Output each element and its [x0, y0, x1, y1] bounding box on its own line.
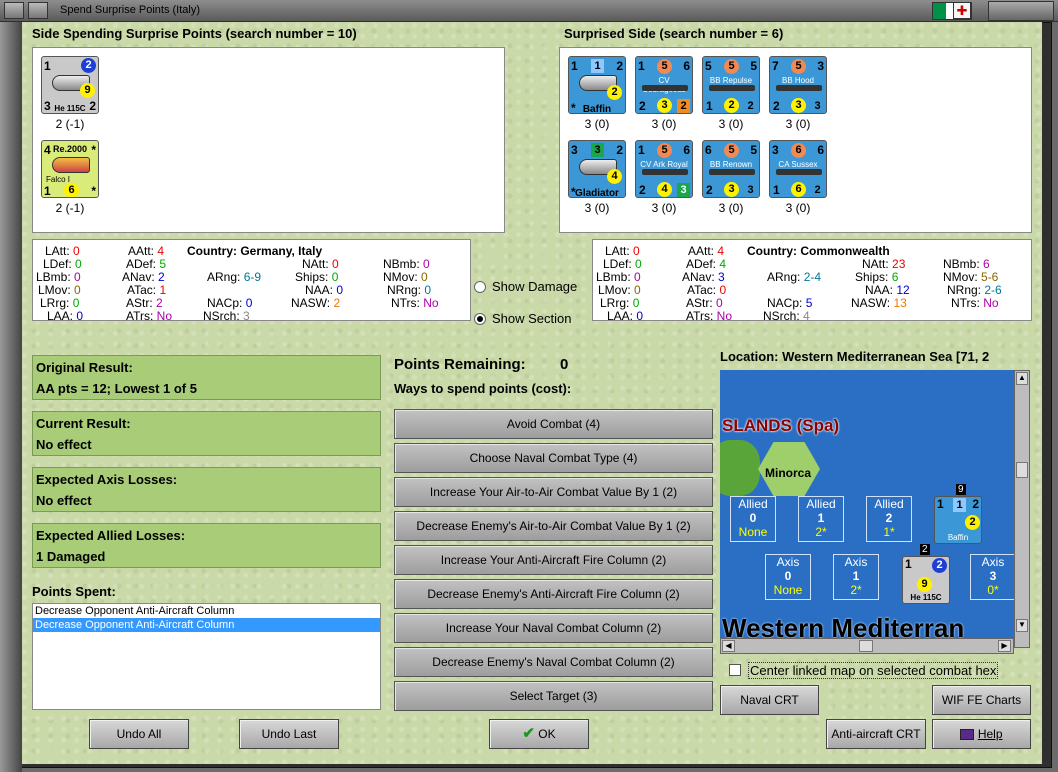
fighter-icon — [52, 157, 90, 173]
allied-stack-count: 9 — [956, 484, 966, 495]
unit-caption: 3 (0) — [785, 201, 811, 215]
unit-caption: 2 (-1) — [55, 117, 85, 131]
dialog-client: Side Spending Surprise Points (search nu… — [22, 22, 1042, 764]
scroll-up-arrow-icon[interactable]: ▲ — [1016, 372, 1028, 385]
undo-last-button[interactable]: Undo Last — [239, 719, 339, 749]
scroll-down-arrow-icon[interactable]: ▼ — [1016, 619, 1028, 632]
center-map-checkbox[interactable] — [729, 664, 741, 676]
axis-stats-panel: LAtt: 0 LDef: 0 LBmb: 0 LMov: 0 LRrg: 0 … — [32, 239, 471, 323]
choose-naval-combat-type-button[interactable]: Choose Naval Combat Type (4) — [394, 443, 713, 473]
unit-counter-bb-repulse[interactable]: 5 5 5 BB Repulse 1 2 2 — [702, 56, 760, 114]
unit-caption: 3 (0) — [651, 201, 677, 215]
allied-box-1[interactable]: Allied 1 2* — [798, 496, 844, 542]
ways-to-spend-label: Ways to spend points (cost): — [394, 381, 572, 396]
surprised-side-header: Surprised Side (search number = 6) — [564, 26, 784, 41]
increase-naval-combat-button[interactable]: Increase Your Naval Combat Column (2) — [394, 613, 713, 643]
expected-allied-losses-box: Expected Allied Losses: 1 Damaged — [32, 523, 381, 568]
unit-caption: 3 (0) — [718, 117, 744, 131]
unit-caption: 3 (0) — [718, 201, 744, 215]
allied-box-0[interactable]: Allied 0 None — [730, 496, 776, 542]
allied-stats-panel: LAtt: 0 LDef: 0 LBmb: 0 LMov: 0 LRrg: 0 … — [592, 239, 1032, 323]
decrease-enemy-anti-aircraft-button[interactable]: Decrease Enemy's Anti-Aircraft Fire Colu… — [394, 579, 713, 609]
points-spent-label: Points Spent: — [32, 584, 116, 599]
unit-caption: 3 (0) — [785, 117, 811, 131]
unit-caption: 2 (-1) — [55, 201, 85, 215]
select-target-button[interactable]: Select Target (3) — [394, 681, 713, 711]
unit-counter-cv-ark-royal[interactable]: 1 5 6 CV Ark Royal 2 4 3 — [635, 140, 693, 198]
title-bar: Spend Surprise Points (Italy) ✚ — [0, 0, 1058, 22]
points-spent-list[interactable]: Decrease Opponent Anti-Aircraft Column D… — [32, 603, 381, 710]
center-map-label[interactable]: Center linked map on selected combat hex — [748, 662, 999, 679]
unit-counter-cv-courageous[interactable]: 156CV Courageous232 — [635, 56, 693, 114]
map-horizontal-scrollbar[interactable]: ◀ ▶ — [720, 638, 1014, 654]
surprised-units-panel: 1122*Baffin 3 (0) 156CV Courageous232 3 (0)… — [559, 47, 1032, 233]
unit-counter-bb-renown[interactable]: 6 5 5 BB Renown 2 3 3 — [702, 140, 760, 198]
unit-caption: 3 (0) — [651, 117, 677, 131]
map-counter-baffin[interactable]: 1 1 2 2 Baffin — [934, 496, 982, 544]
unit-counter-ca-sussex[interactable]: 3 6 6 CA Sussex 1 6 2 — [769, 140, 827, 198]
ok-button[interactable]: ✔ OK — [489, 719, 589, 749]
axis-stack-count: 2 — [920, 544, 930, 555]
warship-icon — [709, 85, 755, 91]
linked-map[interactable]: SLANDS (Spa) Minorca Allied 0 None Allied 1… — [720, 370, 1030, 648]
warship-icon — [776, 169, 822, 175]
unit-counter-baffin[interactable]: 1 1 2 2 * Baffin — [568, 56, 626, 114]
warship-icon — [709, 169, 755, 175]
unit-counter-he115c[interactable]: 1 2 9 3 He 115C 2 — [41, 56, 99, 114]
help-book-icon — [960, 729, 975, 741]
points-remaining-value: 0 — [560, 356, 569, 373]
decrease-enemy-air-to-air-button[interactable]: Decrease Enemy's Air-to-Air Combat Value… — [394, 511, 713, 541]
axis-box-0[interactable]: Axis 0 None — [765, 554, 811, 600]
allied-box-2[interactable]: Allied 2 1* — [866, 496, 912, 542]
scroll-thumb[interactable] — [1016, 462, 1028, 478]
spending-units-panel: 1 2 9 3 He 115C 2 2 (-1) 4 Re.2000 * Fal… — [32, 47, 505, 233]
original-result-box: Original Result: AA pts = 12; Lowest 1 o… — [32, 355, 381, 400]
show-section-radio[interactable] — [474, 313, 486, 325]
scroll-left-arrow-icon[interactable]: ◀ — [722, 640, 735, 652]
wif-fe-charts-button[interactable]: WIF FE Charts — [932, 685, 1031, 715]
location-label: Location: Western Mediterranean Sea [71,… — [720, 349, 990, 364]
expected-axis-losses-box: Expected Axis Losses: No effect — [32, 467, 381, 512]
island-mallorca — [720, 440, 760, 496]
unit-counter-re2000[interactable]: 4 Re.2000 * Falco I 1 6 * — [41, 140, 99, 198]
window-close-button[interactable] — [988, 1, 1054, 21]
avoid-combat-button[interactable]: Avoid Combat (4) — [394, 409, 713, 439]
naval-crt-button[interactable]: Naval CRT — [720, 685, 819, 715]
list-item[interactable]: Decrease Opponent Anti-Aircraft Column — [33, 604, 380, 618]
increase-air-to-air-button[interactable]: Increase Your Air-to-Air Combat Value By… — [394, 477, 713, 507]
scroll-thumb[interactable] — [859, 640, 873, 652]
warship-icon — [776, 85, 822, 91]
undo-all-button[interactable]: Undo All — [89, 719, 189, 749]
axis-box-1[interactable]: Axis 1 2* — [833, 554, 879, 600]
show-damage-label[interactable]: Show Damage — [492, 279, 577, 294]
decrease-enemy-naval-combat-button[interactable]: Decrease Enemy's Naval Combat Column (2) — [394, 647, 713, 677]
minimize-button[interactable] — [28, 2, 48, 19]
minorca-label: Minorca — [765, 466, 812, 480]
unit-counter-gladiator[interactable]: 3 3 2 4 * Gladiator — [568, 140, 626, 198]
islands-label: SLANDS (Spa) — [722, 416, 840, 435]
window-title: Spend Surprise Points (Italy) — [60, 4, 201, 16]
help-button[interactable]: Help — [932, 719, 1031, 749]
system-menu-button[interactable] — [4, 2, 24, 19]
show-section-label[interactable]: Show Section — [492, 311, 572, 326]
points-remaining-label: Points Remaining: — [394, 356, 526, 373]
list-item-selected[interactable]: Decrease Opponent Anti-Aircraft Column — [33, 618, 380, 632]
map-vertical-scrollbar[interactable]: ▲ ▼ — [1014, 370, 1030, 648]
anti-aircraft-crt-button[interactable]: Anti-aircraft CRT — [826, 719, 926, 749]
axis-box-3[interactable]: Axis 3 0* — [970, 554, 1016, 600]
left-frame-border — [0, 22, 22, 772]
increase-anti-aircraft-button[interactable]: Increase Your Anti-Aircraft Fire Column … — [394, 545, 713, 575]
scroll-right-arrow-icon[interactable]: ▶ — [998, 640, 1011, 652]
spending-side-header: Side Spending Surprise Points (search nu… — [32, 26, 357, 41]
warship-icon — [642, 85, 688, 91]
current-result-box: Current Result: No effect — [32, 411, 381, 456]
warship-icon — [642, 169, 688, 175]
checkmark-icon: ✔ — [522, 725, 535, 742]
show-damage-radio[interactable] — [474, 281, 486, 293]
unit-counter-bb-hood[interactable]: 7 5 3 BB Hood 2 3 3 — [769, 56, 827, 114]
map-counter-he115c[interactable]: 1 2 9 He 115C — [902, 556, 950, 604]
savoy-cross-icon: ✚ — [953, 2, 971, 19]
unit-caption: 3 (0) — [584, 117, 610, 131]
unit-caption: 3 (0) — [584, 201, 610, 215]
